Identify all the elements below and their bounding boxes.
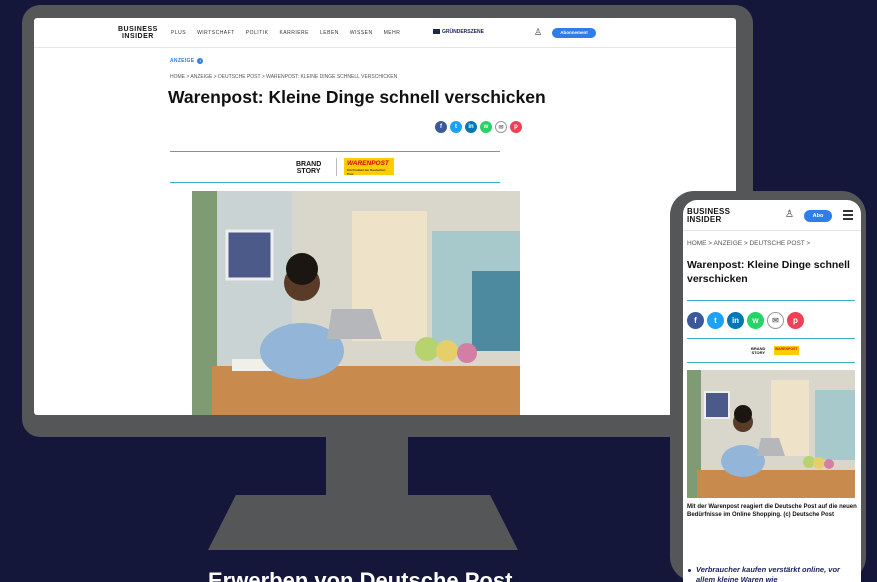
brand-story-line-1: BRAND bbox=[296, 161, 322, 168]
desktop-screen: BUSINESS INSIDER PLUS WIRTSCHAFT POLITIK… bbox=[34, 18, 736, 415]
whatsapp-icon[interactable]: w bbox=[480, 121, 492, 133]
article-hero-image bbox=[192, 191, 520, 415]
mobile-pocket-icon[interactable]: p bbox=[787, 312, 804, 329]
breadcrumb[interactable]: HOME > ANZEIGE > DEUTSCHE POST > WARENPO… bbox=[170, 74, 397, 80]
mobile-rule-top bbox=[687, 300, 855, 301]
abonnement-button[interactable]: Abonnement bbox=[552, 28, 596, 38]
nav-item-wirtschaft[interactable]: WIRTSCHAFT bbox=[197, 30, 235, 36]
mobile-brand-story-line-2: STORY bbox=[751, 350, 765, 355]
monitor-stand-neck bbox=[326, 437, 408, 495]
mobile-brand-story-label: BRAND STORY bbox=[751, 347, 765, 355]
warenpost-tagline: Ein Produkt der Deutschen Post bbox=[347, 168, 386, 176]
mobile-facebook-icon[interactable]: f bbox=[687, 312, 704, 329]
user-icon[interactable]: ♙ bbox=[534, 27, 542, 38]
mobile-twitter-icon[interactable]: t bbox=[707, 312, 724, 329]
mobile-warenpost-logo[interactable]: WARENPOST bbox=[774, 346, 799, 355]
mobile-abo-button[interactable]: Abo bbox=[804, 210, 832, 222]
hamburger-menu-icon[interactable] bbox=[843, 210, 853, 220]
mobile-article-title: Warenpost: Kleine Dinge schnell verschic… bbox=[687, 259, 850, 285]
share-bar: f t in w ✉ p bbox=[435, 121, 522, 133]
nav-item-plus[interactable]: PLUS bbox=[171, 30, 186, 36]
business-insider-logo[interactable]: BUSINESS INSIDER bbox=[118, 26, 158, 40]
logo-line-1: BUSINESS bbox=[118, 26, 158, 33]
mobile-breadcrumb[interactable]: HOME > ANZEIGE > DEUTSCHE POST > bbox=[687, 240, 810, 247]
article-bullet-point: Verbraucher kaufen verstärkt online, vor… bbox=[687, 565, 857, 582]
linkedin-icon[interactable]: in bbox=[465, 121, 477, 133]
pocket-icon[interactable]: p bbox=[510, 121, 522, 133]
nav-item-wissen[interactable]: WISSEN bbox=[350, 30, 373, 36]
info-icon[interactable]: i bbox=[197, 58, 204, 64]
anzeige-text: ANZEIGE bbox=[170, 58, 195, 64]
mobile-business-insider-logo[interactable]: BUSINESS INSIDER bbox=[687, 208, 730, 224]
facebook-icon[interactable]: f bbox=[435, 121, 447, 133]
mobile-screen: BUSINESS INSIDER ♙ Abo HOME > ANZEIGE > … bbox=[683, 200, 861, 582]
mail-icon[interactable]: ✉ bbox=[495, 121, 507, 133]
mobile-linkedin-icon[interactable]: in bbox=[727, 312, 744, 329]
nav-item-politik[interactable]: POLITIK bbox=[246, 30, 269, 36]
anzeige-label: ANZEIGE i bbox=[170, 58, 204, 64]
article-title: Warenpost: Kleine Dinge schnell verschic… bbox=[168, 87, 546, 107]
mobile-rule-bottom bbox=[687, 362, 855, 363]
warenpost-logo-text: WARENPOST bbox=[347, 160, 389, 167]
gruenderszene-link[interactable]: GRÜNDERSZENE bbox=[433, 29, 484, 35]
twitter-icon[interactable]: t bbox=[450, 121, 462, 133]
image-caption: Mit der Warenpost reagiert die Deutsche … bbox=[687, 504, 857, 518]
bottom-heading: Erwerben von Deutsche Post bbox=[208, 568, 513, 582]
nav-item-karriere[interactable]: KARRIERE bbox=[279, 30, 309, 36]
monitor-stand-base bbox=[208, 495, 518, 550]
mobile-mail-icon[interactable]: ✉ bbox=[767, 312, 784, 329]
mobile-logo-line-2: INSIDER bbox=[687, 215, 722, 224]
nav-item-leben[interactable]: LEBEN bbox=[320, 30, 339, 36]
nav-item-mehr[interactable]: MEHR bbox=[384, 30, 401, 36]
mobile-nav-divider bbox=[683, 230, 861, 231]
brand-story-line-2: STORY bbox=[296, 168, 321, 175]
mobile-share-bar: f t in w ✉ p bbox=[687, 312, 804, 329]
brand-story-rule-bottom bbox=[170, 182, 500, 183]
mobile-article-hero-image bbox=[687, 370, 855, 498]
brand-story-rule-top bbox=[170, 151, 500, 152]
article-content: ANZEIGE i HOME > ANZEIGE > DEUTSCHE POST … bbox=[102, 48, 615, 415]
desktop-navbar: BUSINESS INSIDER PLUS WIRTSCHAFT POLITIK… bbox=[34, 18, 736, 48]
brand-divider bbox=[336, 158, 337, 176]
desktop-nav-menu: PLUS WIRTSCHAFT POLITIK KARRIERE LEBEN W… bbox=[171, 30, 400, 36]
brand-story-label: BRAND STORY bbox=[296, 161, 321, 175]
mobile-whatsapp-icon[interactable]: w bbox=[747, 312, 764, 329]
warenpost-logo[interactable]: WARENPOST Ein Produkt der Deutschen Post bbox=[344, 158, 394, 176]
mobile-user-icon[interactable]: ♙ bbox=[785, 209, 794, 220]
mobile-rule-middle bbox=[687, 338, 855, 339]
logo-line-2: INSIDER bbox=[121, 33, 154, 40]
